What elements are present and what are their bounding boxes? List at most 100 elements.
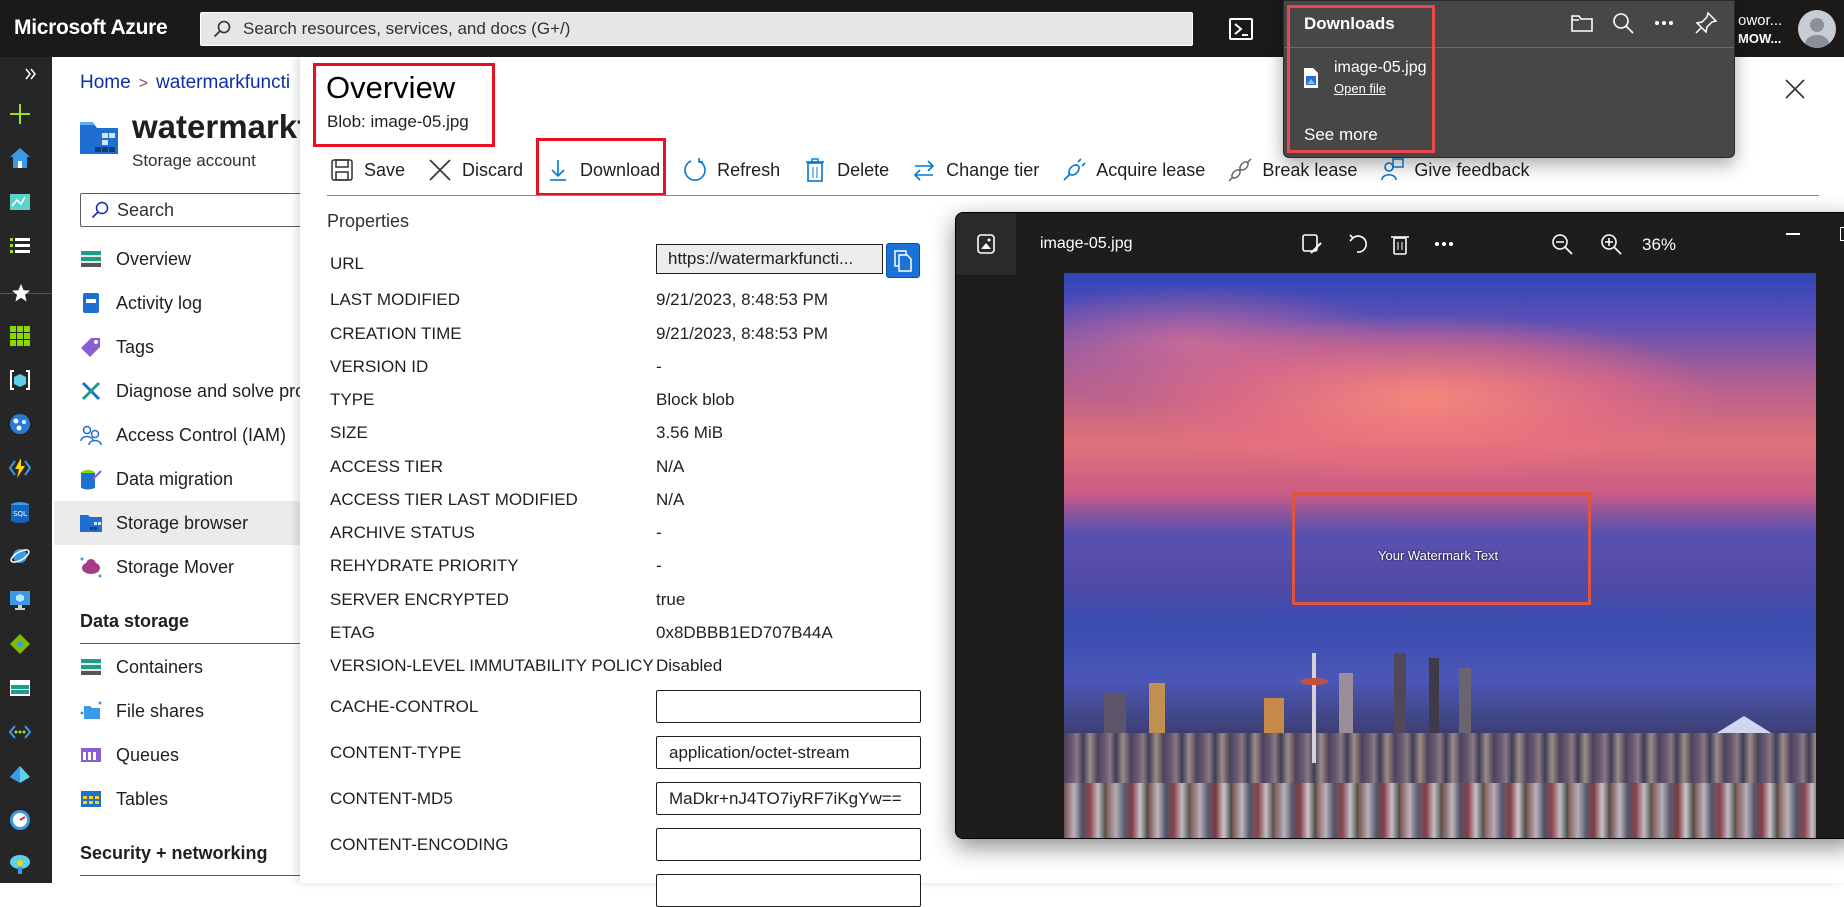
acquire-lease-button[interactable]: Acquire lease <box>1062 152 1205 188</box>
search-icon <box>213 20 231 38</box>
rotate-icon[interactable] <box>1347 233 1369 255</box>
pin-icon[interactable] <box>1694 11 1718 35</box>
account-name[interactable]: owor... MOW... <box>1738 12 1782 48</box>
property-label: ACCESS TIER <box>330 457 444 476</box>
close-icon[interactable] <box>1784 78 1806 100</box>
downloads-flyout: Downloads image-05.jpg Open file See mor… <box>1283 0 1735 158</box>
change-tier-label: Change tier <box>946 159 1040 180</box>
property-value: N/A <box>656 457 685 476</box>
home-icon[interactable] <box>9 147 31 169</box>
maximize-button[interactable] <box>1840 227 1844 241</box>
menu-item-diagnose[interactable]: Diagnose and solve pro <box>54 369 300 413</box>
menu-item-activity-log[interactable]: Activity log <box>54 281 300 325</box>
menu-item-label: Data migration <box>116 468 234 489</box>
menu-item-data-migration[interactable]: Data migration <box>54 457 300 501</box>
menu-item-overview[interactable]: Overview <box>54 237 300 281</box>
resource-type: Storage account <box>132 151 256 170</box>
property-label: CONTENT-TYPE <box>330 743 462 762</box>
save-button[interactable]: Save <box>330 152 405 188</box>
photos-app-icon[interactable] <box>956 213 1016 275</box>
monitor-icon[interactable] <box>9 809 31 831</box>
global-search-input[interactable]: Search resources, services, and docs (G+… <box>200 12 1193 46</box>
save-icon <box>331 159 353 181</box>
delete-label: Delete <box>837 159 890 180</box>
menu-item-label: Storage browser <box>116 512 249 533</box>
zoom-in-icon[interactable] <box>1600 233 1622 255</box>
create-resource-icon[interactable] <box>9 103 31 125</box>
app-services-icon[interactable] <box>9 413 31 435</box>
avatar[interactable] <box>1798 10 1836 48</box>
menu-item-queues[interactable]: Queues <box>54 733 300 777</box>
zoom-level: 36% <box>1642 235 1677 254</box>
property-value: 0x8DBBB1ED707B44A <box>656 623 833 642</box>
entra-id-icon[interactable] <box>9 765 31 787</box>
account-user: owor... <box>1738 12 1783 29</box>
virtual-networks-icon[interactable] <box>9 721 31 743</box>
menu-item-containers[interactable]: Containers <box>54 645 300 689</box>
storage-browser-icon <box>80 515 102 532</box>
virtual-machines-icon[interactable] <box>9 589 31 611</box>
cosmos-db-icon[interactable] <box>9 545 31 567</box>
breadcrumb-home[interactable]: Home <box>80 72 131 93</box>
all-services-icon[interactable] <box>9 235 31 257</box>
azure-brand-link[interactable]: Microsoft Azure <box>14 16 168 40</box>
advisor-icon[interactable] <box>9 853 31 875</box>
delete-icon[interactable] <box>1389 233 1411 255</box>
menu-item-file-shares[interactable]: File shares <box>54 689 300 733</box>
property-value: true <box>656 590 686 609</box>
minimize-button[interactable] <box>1786 233 1800 235</box>
url-field[interactable]: https://watermarkfuncti... <box>656 244 883 274</box>
unplug-icon <box>1228 158 1252 182</box>
data-migration-icon <box>81 470 102 490</box>
menu-item-label: Tables <box>116 788 169 809</box>
expand-icon[interactable] <box>24 67 38 81</box>
properties-heading: Properties <box>327 211 410 231</box>
menu-item-storage-mover[interactable]: Storage Mover <box>54 545 300 589</box>
feedback-icon <box>1381 158 1405 181</box>
storage-accounts-icon[interactable] <box>9 677 31 699</box>
property-input[interactable] <box>656 874 921 907</box>
menu-section-data-storage: Data storage <box>80 611 190 631</box>
menu-item-label: File shares <box>116 700 205 721</box>
property-label: LAST MODIFIED <box>330 290 461 309</box>
discard-icon <box>429 159 451 181</box>
copy-url-button[interactable] <box>886 243 920 278</box>
open-folder-icon[interactable] <box>1570 11 1594 35</box>
sql-database-icon[interactable]: SQL <box>9 501 31 523</box>
content-encoding-input[interactable] <box>656 828 921 861</box>
resource-groups-icon[interactable] <box>9 369 31 391</box>
more-options-icon[interactable] <box>1652 11 1676 35</box>
portal-left-rail: SQL <box>0 57 52 883</box>
breadcrumb: Home > watermarkfuncti <box>80 72 290 94</box>
menu-item-access-control[interactable]: Access Control (IAM) <box>54 413 300 457</box>
favorites-icon[interactable] <box>11 283 31 303</box>
annotation-highlight-box <box>536 138 666 196</box>
swap-arrows-icon <box>914 160 935 181</box>
property-label: VERSION-LEVEL IMMUTABILITY POLICY <box>330 656 654 675</box>
menu-search-input[interactable]: Search <box>80 193 320 227</box>
property-value: N/A <box>656 490 685 509</box>
menu-item-tags[interactable]: Tags <box>54 325 300 369</box>
refresh-button[interactable]: Refresh <box>683 152 780 188</box>
load-balancer-icon[interactable] <box>9 633 31 655</box>
change-tier-button[interactable]: Change tier <box>912 152 1039 188</box>
menu-item-tables[interactable]: Tables <box>54 777 300 821</box>
edit-image-icon[interactable] <box>1301 233 1323 255</box>
content-md5-input[interactable]: MaDkr+nJ4TO7iyRF7iKgYw== <box>656 782 921 815</box>
more-options-icon[interactable] <box>1433 233 1455 255</box>
zoom-out-icon[interactable] <box>1551 233 1573 255</box>
cache-control-input[interactable] <box>656 690 921 723</box>
menu-item-label: Activity log <box>116 292 203 313</box>
content-type-input[interactable]: application/octet-stream <box>656 736 921 769</box>
menu-item-label: Storage Mover <box>116 556 235 577</box>
all-resources-icon[interactable] <box>9 325 31 347</box>
search-icon[interactable] <box>1611 11 1635 35</box>
cloud-shell-icon[interactable] <box>1229 18 1253 40</box>
breadcrumb-resource[interactable]: watermarkfuncti <box>156 72 290 93</box>
property-value: - <box>656 523 662 542</box>
delete-button[interactable]: Delete <box>803 152 889 188</box>
function-app-icon[interactable] <box>9 457 31 479</box>
discard-button[interactable]: Discard <box>428 152 523 188</box>
menu-item-storage-browser[interactable]: Storage browser <box>54 501 300 545</box>
dashboard-icon[interactable] <box>9 191 31 213</box>
